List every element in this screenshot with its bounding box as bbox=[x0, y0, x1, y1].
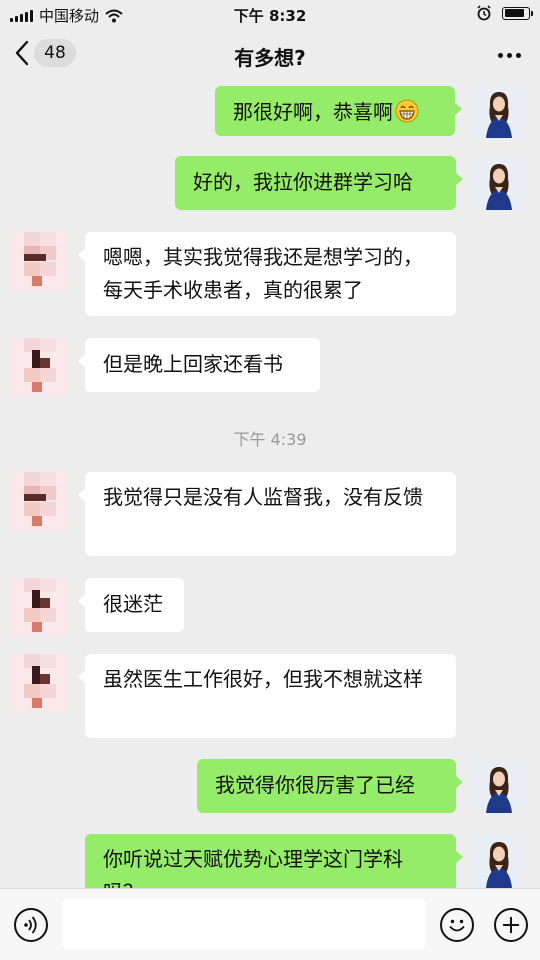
message-timestamp: 下午 4:39 bbox=[233, 430, 307, 449]
battery-icon bbox=[502, 6, 533, 20]
contact-avatar[interactable] bbox=[10, 654, 68, 712]
unread-count-badge: 48 bbox=[34, 39, 76, 67]
my-avatar[interactable] bbox=[472, 759, 526, 813]
message-bubble[interactable]: 嗯嗯，其实我觉得我还是想学习的，每天手术收患者，真的很累了 bbox=[78, 232, 456, 316]
my-avatar[interactable] bbox=[472, 834, 526, 888]
avatar-photo bbox=[472, 834, 526, 888]
more-icon bbox=[497, 52, 503, 58]
message-bubble[interactable]: 那很好啊，恭喜啊 bbox=[215, 86, 462, 136]
smiley-icon bbox=[449, 919, 465, 932]
message-bubble[interactable]: 很迷茫 bbox=[78, 578, 184, 632]
pixelated-avatar bbox=[10, 654, 68, 712]
chat-header: 48 有多想? bbox=[0, 28, 540, 84]
message-bubble[interactable]: 你听说过天赋优势心理学这门学科吗？ bbox=[85, 834, 463, 888]
message-bubble[interactable]: 虽然医生工作很好，但我不想就这样 bbox=[78, 654, 456, 738]
voice-icon bbox=[24, 916, 37, 934]
avatar-photo bbox=[472, 156, 526, 210]
back-button[interactable]: 48 bbox=[14, 39, 76, 67]
alarm-icon bbox=[477, 5, 491, 21]
pixelated-avatar bbox=[10, 338, 68, 396]
contact-avatar[interactable] bbox=[10, 338, 68, 396]
pixelated-avatar bbox=[10, 472, 68, 530]
pixelated-avatar bbox=[10, 232, 68, 290]
more-functions-button[interactable] bbox=[494, 908, 528, 942]
message-list[interactable]: 那很好啊，恭喜啊 好的，我拉你进群学习哈 嗯嗯，其实我觉得我还是想学习的，每天手… bbox=[0, 84, 540, 888]
plus-icon bbox=[503, 917, 519, 933]
contact-avatar[interactable] bbox=[10, 472, 68, 530]
my-avatar[interactable] bbox=[472, 156, 526, 210]
input-bar bbox=[0, 888, 540, 960]
message-bubble[interactable]: 我觉得你很厉害了已经 bbox=[197, 759, 463, 813]
avatar-photo bbox=[472, 759, 526, 813]
voice-input-button[interactable] bbox=[14, 908, 48, 942]
chat-title: 有多想? bbox=[234, 46, 306, 70]
more-options-button[interactable] bbox=[492, 42, 526, 68]
status-bar: 中国移动 下午 8:32 bbox=[0, 0, 540, 28]
emoji-button[interactable] bbox=[440, 908, 474, 942]
avatar-photo bbox=[472, 84, 526, 138]
contact-avatar[interactable] bbox=[10, 232, 68, 290]
pixelated-avatar bbox=[10, 578, 68, 636]
message-bubble[interactable]: 好的，我拉你进群学习哈 bbox=[175, 156, 463, 210]
message-bubble[interactable]: 但是晚上回家还看书 bbox=[78, 338, 320, 392]
message-bubble[interactable]: 我觉得只是没有人监督我，没有反馈 bbox=[78, 472, 456, 556]
chevron-left-icon bbox=[15, 40, 29, 66]
message-input[interactable] bbox=[62, 899, 426, 949]
status-time: 下午 8:32 bbox=[233, 7, 307, 25]
my-avatar[interactable] bbox=[472, 84, 526, 138]
contact-avatar[interactable] bbox=[10, 578, 68, 636]
grin-emoji-icon bbox=[395, 99, 419, 123]
